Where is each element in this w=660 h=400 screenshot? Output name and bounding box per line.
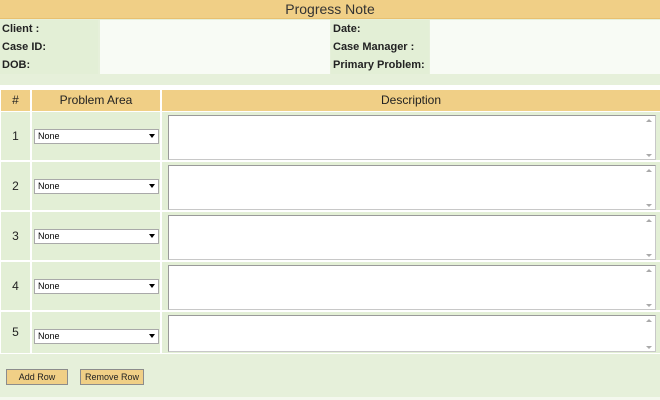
problem-area-select[interactable]: None bbox=[34, 279, 159, 294]
problem-area-value: None bbox=[38, 331, 60, 341]
problem-area-cell: None bbox=[32, 212, 160, 260]
problem-area-value: None bbox=[38, 281, 60, 291]
primary-problem-field[interactable] bbox=[430, 56, 660, 74]
problem-area-value: None bbox=[38, 131, 60, 141]
problem-area-select[interactable]: None bbox=[34, 179, 159, 194]
dob-label: DOB: bbox=[0, 56, 98, 74]
add-row-button[interactable]: Add Row bbox=[6, 369, 68, 385]
column-header-description: Description bbox=[162, 90, 660, 111]
textarea-scrollbar[interactable] bbox=[642, 166, 654, 211]
info-row-case-id: Case ID: Case Manager : bbox=[0, 38, 660, 56]
remove-row-button[interactable]: Remove Row bbox=[80, 369, 144, 385]
client-field[interactable] bbox=[100, 20, 330, 38]
page-title: Progress Note bbox=[0, 0, 660, 19]
problem-area-cell: None bbox=[32, 262, 160, 310]
date-field[interactable] bbox=[430, 20, 660, 38]
case-id-field[interactable] bbox=[100, 38, 330, 56]
description-cell bbox=[162, 212, 660, 260]
textarea-scrollbar[interactable] bbox=[642, 216, 654, 261]
row-number: 4 bbox=[1, 262, 30, 310]
dropdown-arrow-icon bbox=[149, 184, 155, 188]
table-footer: Add Row Remove Row bbox=[0, 354, 660, 400]
dropdown-arrow-icon bbox=[149, 134, 155, 138]
table-row: 3 None bbox=[0, 212, 660, 260]
client-info-panel: Client : Date: Case ID: Case Manager : D… bbox=[0, 19, 660, 85]
row-number: 1 bbox=[1, 112, 30, 160]
scroll-up-icon[interactable] bbox=[646, 269, 652, 272]
case-manager-field[interactable] bbox=[430, 38, 660, 56]
table-row: 1 None bbox=[0, 112, 660, 160]
dropdown-arrow-icon bbox=[149, 334, 155, 338]
scroll-down-icon[interactable] bbox=[646, 154, 652, 157]
dob-field[interactable] bbox=[100, 56, 330, 74]
problem-area-cell: None bbox=[32, 312, 160, 353]
table-row: 4 None bbox=[0, 262, 660, 310]
description-cell bbox=[162, 112, 660, 160]
table-header: # Problem Area Description bbox=[0, 90, 660, 111]
table-row: 2 None bbox=[0, 162, 660, 210]
dropdown-arrow-icon bbox=[149, 284, 155, 288]
info-row-client: Client : Date: bbox=[0, 20, 660, 38]
table-row: 5 None bbox=[0, 312, 660, 353]
primary-problem-label: Primary Problem: bbox=[331, 56, 429, 74]
scroll-down-icon[interactable] bbox=[646, 204, 652, 207]
row-number: 3 bbox=[1, 212, 30, 260]
description-cell bbox=[162, 262, 660, 310]
description-textarea[interactable] bbox=[168, 115, 656, 160]
scroll-down-icon[interactable] bbox=[646, 346, 652, 349]
description-textarea[interactable] bbox=[168, 265, 656, 310]
problem-area-cell: None bbox=[32, 112, 160, 160]
problem-area-select[interactable]: None bbox=[34, 229, 159, 244]
description-textarea[interactable] bbox=[168, 315, 656, 352]
problem-area-select[interactable]: None bbox=[34, 329, 159, 344]
description-textarea[interactable] bbox=[168, 165, 656, 210]
scroll-down-icon[interactable] bbox=[646, 304, 652, 307]
problem-area-value: None bbox=[38, 231, 60, 241]
description-cell bbox=[162, 312, 660, 353]
dropdown-arrow-icon bbox=[149, 234, 155, 238]
scroll-up-icon[interactable] bbox=[646, 219, 652, 222]
description-cell bbox=[162, 162, 660, 210]
column-header-problem-area: Problem Area bbox=[32, 90, 160, 111]
scroll-up-icon[interactable] bbox=[646, 119, 652, 122]
case-id-label: Case ID: bbox=[0, 38, 98, 56]
textarea-scrollbar[interactable] bbox=[642, 266, 654, 311]
date-label: Date: bbox=[331, 20, 429, 38]
problem-area-value: None bbox=[38, 181, 60, 191]
problem-area-select[interactable]: None bbox=[34, 129, 159, 144]
description-textarea[interactable] bbox=[168, 215, 656, 260]
problem-table: 1 None 2 None 3 None 4 None 5 None bbox=[0, 111, 660, 354]
row-number: 2 bbox=[1, 162, 30, 210]
textarea-scrollbar[interactable] bbox=[642, 116, 654, 161]
case-manager-label: Case Manager : bbox=[331, 38, 429, 56]
textarea-scrollbar[interactable] bbox=[642, 316, 654, 353]
client-label: Client : bbox=[0, 20, 98, 38]
problem-area-cell: None bbox=[32, 162, 160, 210]
scroll-down-icon[interactable] bbox=[646, 254, 652, 257]
info-row-dob: DOB: Primary Problem: bbox=[0, 56, 660, 74]
scroll-up-icon[interactable] bbox=[646, 169, 652, 172]
row-number: 5 bbox=[1, 312, 30, 353]
column-header-number: # bbox=[1, 90, 30, 111]
scroll-up-icon[interactable] bbox=[646, 319, 652, 322]
